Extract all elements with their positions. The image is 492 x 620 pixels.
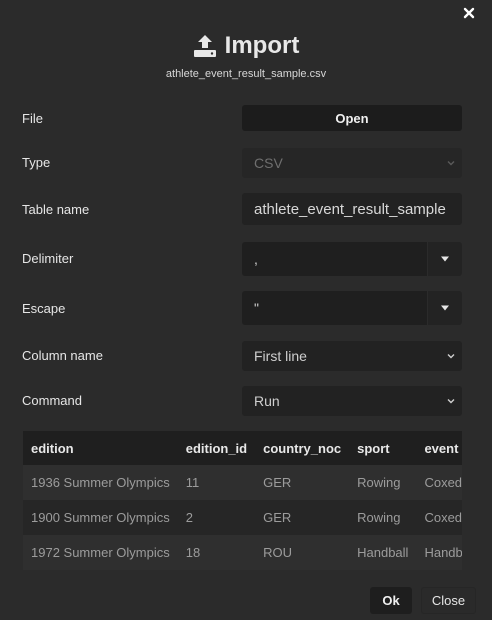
type-value: CSV bbox=[254, 155, 283, 171]
delimiter-combo[interactable]: , bbox=[242, 242, 462, 276]
upload-icon bbox=[193, 35, 216, 57]
close-button[interactable]: Close bbox=[421, 587, 476, 614]
table-row[interactable]: 1900 Summer Olympics 2 GER Rowing Coxed bbox=[23, 500, 462, 535]
chevron-down-icon bbox=[447, 354, 455, 359]
command-label: Command bbox=[22, 393, 82, 408]
chevron-down-icon bbox=[447, 161, 455, 166]
delimiter-label: Delimiter bbox=[22, 251, 74, 266]
chevron-down-icon bbox=[447, 399, 455, 404]
table-name-label: Table name bbox=[22, 202, 90, 217]
column-name-value: First line bbox=[254, 348, 307, 364]
table-cell: Coxed bbox=[416, 465, 462, 500]
escape-combo[interactable]: " bbox=[242, 291, 462, 325]
type-label: Type bbox=[22, 155, 51, 170]
close-icon[interactable] bbox=[462, 6, 476, 20]
table-header-row: edition edition_id country_noc sport eve… bbox=[23, 431, 462, 465]
table-cell: GER bbox=[255, 465, 350, 500]
table-cell: Coxed bbox=[416, 500, 462, 535]
table-cell: Rowing bbox=[349, 465, 417, 500]
preview-table-container[interactable]: edition edition_id country_noc sport eve… bbox=[23, 431, 462, 571]
table-cell: Handball bbox=[349, 535, 417, 570]
delimiter-input[interactable]: , bbox=[242, 242, 427, 276]
column-header[interactable]: country_noc bbox=[255, 431, 350, 465]
table-cell: 1936 Summer Olympics bbox=[23, 465, 178, 500]
column-header[interactable]: sport bbox=[349, 431, 417, 465]
command-select[interactable]: Run bbox=[242, 386, 462, 416]
table-cell: 1972 Summer Olympics bbox=[23, 535, 178, 570]
command-value: Run bbox=[254, 393, 280, 409]
table-cell: Rowing bbox=[349, 500, 417, 535]
escape-input[interactable]: " bbox=[242, 291, 427, 325]
file-name: athlete_event_result_sample.csv bbox=[165, 68, 327, 80]
delimiter-dropdown-button[interactable] bbox=[427, 242, 462, 276]
column-name-select[interactable]: First line bbox=[242, 341, 462, 371]
dialog-header: Import bbox=[0, 32, 492, 60]
table-cell: 18 bbox=[177, 535, 256, 570]
table-row[interactable]: 1936 Summer Olympics 11 GER Rowing Coxed bbox=[23, 465, 462, 500]
table-row[interactable]: 1972 Summer Olympics 18 ROU Handball Han… bbox=[23, 535, 462, 570]
column-header[interactable]: edition bbox=[23, 431, 178, 465]
type-select: CSV bbox=[242, 148, 462, 178]
dialog-title: Import bbox=[224, 32, 300, 59]
table-cell: 1900 Summer Olympics bbox=[23, 500, 178, 535]
escape-label: Escape bbox=[22, 301, 66, 316]
caret-down-icon bbox=[441, 256, 449, 262]
escape-dropdown-button[interactable] bbox=[427, 291, 462, 325]
column-header[interactable]: event bbox=[416, 431, 462, 465]
table-cell: Handb bbox=[416, 535, 462, 570]
file-label: File bbox=[22, 111, 43, 126]
column-header[interactable]: edition_id bbox=[177, 431, 256, 465]
caret-down-icon bbox=[441, 305, 449, 311]
column-name-label: Column name bbox=[22, 348, 103, 363]
table-cell: GER bbox=[255, 500, 350, 535]
table-name-input[interactable]: athlete_event_result_sample bbox=[242, 193, 462, 225]
table-cell: ROU bbox=[255, 535, 350, 570]
table-cell: 11 bbox=[177, 465, 256, 500]
preview-table: edition edition_id country_noc sport eve… bbox=[23, 431, 462, 570]
ok-button[interactable]: Ok bbox=[370, 587, 412, 614]
table-cell: 2 bbox=[177, 500, 256, 535]
open-file-button[interactable]: Open bbox=[242, 105, 462, 131]
